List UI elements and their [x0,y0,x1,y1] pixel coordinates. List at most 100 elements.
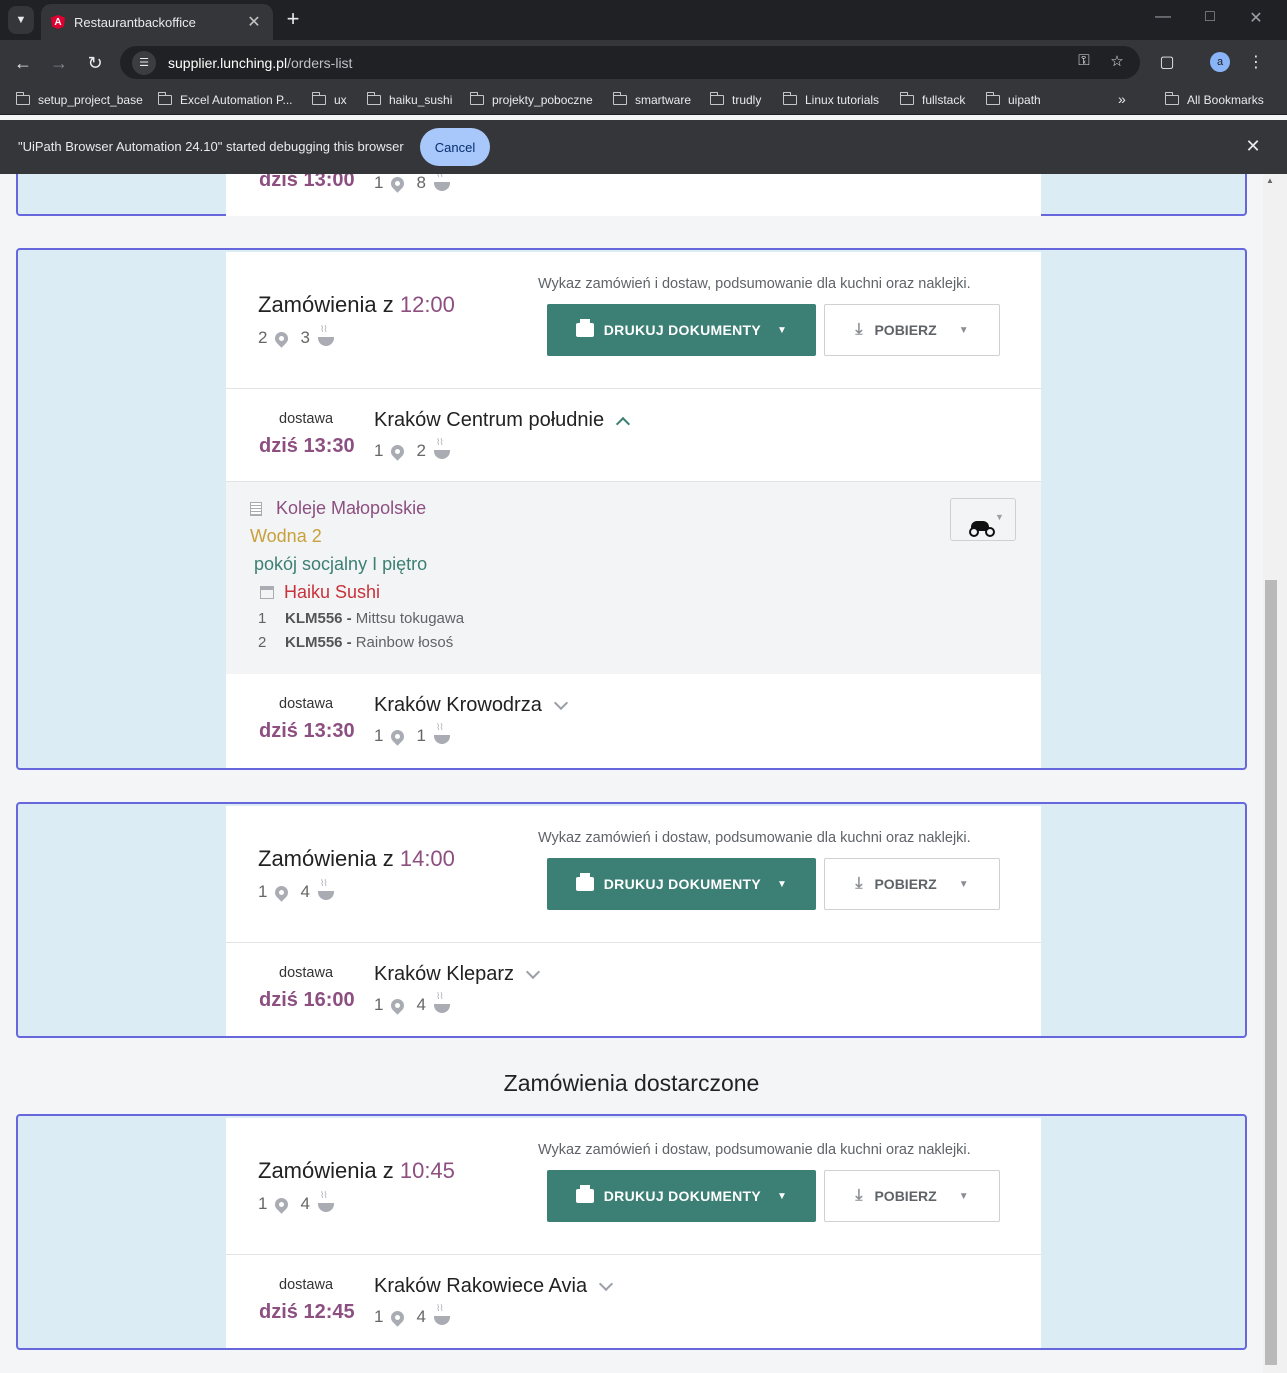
meal-count: 8 [416,174,426,192]
url-text[interactable]: supplier.lunching.pl/orders-list [168,55,352,71]
bookmark-star-icon[interactable]: ☆ [1106,52,1128,70]
delivered-section-title: Zamówienia dostarczone [503,1070,760,1096]
bookmark-label: All Bookmarks [1187,93,1264,107]
bookmark-folder[interactable]: fullstack [899,92,965,107]
download-button-label: POBIERZ [874,876,937,892]
download-button[interactable]: ⤓ POBIERZ ▼ [824,1170,1000,1222]
delivery-name-text: Kraków Rakowiece Avia [374,1275,588,1297]
printer-icon [575,319,594,337]
chevron-down-icon[interactable] [599,1276,614,1291]
folder-icon [709,92,724,105]
address-bar[interactable]: ☰ supplier.lunching.pl/orders-list ⚿ ☆ [120,46,1140,79]
new-tab-button[interactable]: + [282,8,304,30]
download-icon: ⤓ [855,321,863,338]
order-group-1400: Zamówienia z 14:00 1 4 Wykaz zamówień i … [16,802,1247,1038]
delivery-time: dziś 13:30 [259,720,355,742]
bookmark-folder[interactable]: uipath [985,92,1041,107]
folder-icon [311,92,326,105]
delivery-row[interactable]: dostawa dziś 13:30 Kraków Krowodrza 1 1 [226,674,1041,767]
meal-count: 3 [300,328,310,347]
company-name-text: Koleje Małopolskie [276,498,427,518]
location-count: 1 [374,441,384,460]
street-address: Wodna 2 [250,526,322,546]
print-documents-button[interactable]: DRUKUJ DOKUMENTY ▼ [547,858,816,910]
extensions-icon[interactable]: ▢ [1156,52,1178,72]
bookmark-folder[interactable]: haiku_sushi [366,92,453,107]
order-group-1045: Zamówienia z 10:45 1 4 Wykaz zamówień i … [16,1114,1247,1350]
item-code: KLM556 - [285,610,352,627]
group-title-prefix: Zamówienia z [258,292,394,317]
print-documents-button[interactable]: DRUKUJ DOKUMENTY ▼ [547,304,816,356]
delivery-label: dostawa [279,411,334,427]
bookmark-folder[interactable]: trudly [709,92,761,107]
delivery-name[interactable]: Kraków Centrum południe [374,409,631,432]
all-bookmarks-folder[interactable]: All Bookmarks [1164,92,1264,107]
tab-close-icon[interactable]: ✕ [245,12,263,32]
printer-icon [575,1185,594,1203]
location-count: 1 [374,174,384,192]
chevron-down-icon[interactable] [525,964,541,979]
more-bookmarks-button[interactable]: » [1118,91,1126,107]
menu-kebab-icon[interactable]: ⋮ [1245,52,1267,72]
download-button[interactable]: ⤓ POBIERZ ▼ [824,304,1000,356]
tab-strip: ▼ A Restaurantbackoffice ✕ + — □ ✕ [0,0,1287,40]
group-title: Zamówienia z 12:00 [258,292,455,318]
group-title: Zamówienia z 10:45 [258,1158,455,1184]
order-group-partial: dziś 13:00 1 8 [16,174,1247,216]
folder-icon [612,92,627,105]
scroll-up-arrow-icon[interactable]: ▲ [1266,176,1274,185]
location-count: 1 [374,726,384,745]
caret-down-icon: ▼ [777,324,788,336]
delivery-counts: 1 8 [374,174,450,193]
download-button-label: POBIERZ [874,1188,937,1204]
profile-avatar[interactable]: a [1210,52,1230,72]
order-item: 1 KLM556 - Mittsu tokugawa [258,610,464,627]
maximize-icon[interactable]: □ [1195,8,1225,26]
delivery-row[interactable]: dostawa dziś 16:00 Kraków Kleparz 1 4 [226,943,1041,1036]
delivery-room: pokój socjalny I piętro [254,554,428,574]
bookmark-folder[interactable]: ux [311,92,347,107]
delivery-name[interactable]: Kraków Rakowiece Avia [374,1275,614,1298]
delivery-name[interactable]: Kraków Kleparz [374,963,541,986]
chevron-up-icon[interactable] [616,416,631,431]
caret-down-icon: ▼ [995,512,1004,522]
company-name: Koleje Małopolskie [250,498,426,519]
folder-icon [15,92,30,105]
tab-search-button[interactable]: ▼ [8,6,34,34]
scrollbar-thumb[interactable] [1265,580,1277,1365]
download-button[interactable]: ⤓ POBIERZ ▼ [824,858,1000,910]
restaurant-name: Haiku Sushi [260,582,380,603]
order-card: Zamówienia z 10:45 1 4 Wykaz zamówień i … [226,1118,1041,1348]
bookmark-label: haiku_sushi [389,93,453,107]
reload-icon[interactable]: ↻ [82,50,108,76]
site-info-icon[interactable]: ☰ [132,50,156,75]
infobar-close-icon[interactable]: ✕ [1243,136,1263,157]
delivery-row[interactable]: dostawa dziś 12:45 Kraków Rakowiece Avia… [226,1255,1041,1348]
url-path: /orders-list [287,54,353,71]
minimize-icon[interactable]: — [1148,8,1178,26]
bookmark-folder[interactable]: setup_project_base [15,92,143,107]
window-close-icon[interactable]: ✕ [1241,8,1271,28]
forward-arrow-icon[interactable]: → [46,50,72,76]
download-icon: ⤓ [855,875,863,892]
chevron-down-icon[interactable] [553,695,568,710]
bookmark-folder[interactable]: Excel Automation P... [157,92,293,107]
delivery-row[interactable]: dziś 13:00 1 8 [226,174,1041,216]
restaurant-name-text: Haiku Sushi [284,582,381,602]
delivery-row[interactable]: dostawa dziś 13:30 Kraków Centrum połudn… [226,389,1041,482]
infobar-cancel-button[interactable]: Cancel [420,128,490,166]
delivery-name[interactable]: Kraków Krowodrza [374,694,568,717]
meal-bowl-icon [433,722,450,744]
bookmark-folder[interactable]: Linux tutorials [782,92,880,107]
password-key-icon[interactable]: ⚿ [1073,52,1095,69]
bookmark-folder[interactable]: projekty_poboczne [469,92,593,107]
group-header: Zamówienia z 14:00 1 4 Wykaz zamówień i … [226,806,1041,943]
bookmark-label: Linux tutorials [805,93,880,107]
bookmark-folder[interactable]: smartware [612,92,691,107]
back-arrow-icon[interactable]: ← [10,50,36,76]
print-documents-button[interactable]: DRUKUJ DOKUMENTY ▼ [547,1170,816,1222]
courier-dropdown-button[interactable]: ▼ [950,498,1016,541]
bookmark-label: Excel Automation P... [180,93,293,107]
item-quantity: 2 [258,634,267,651]
active-tab[interactable]: A Restaurantbackoffice ✕ [41,4,273,40]
